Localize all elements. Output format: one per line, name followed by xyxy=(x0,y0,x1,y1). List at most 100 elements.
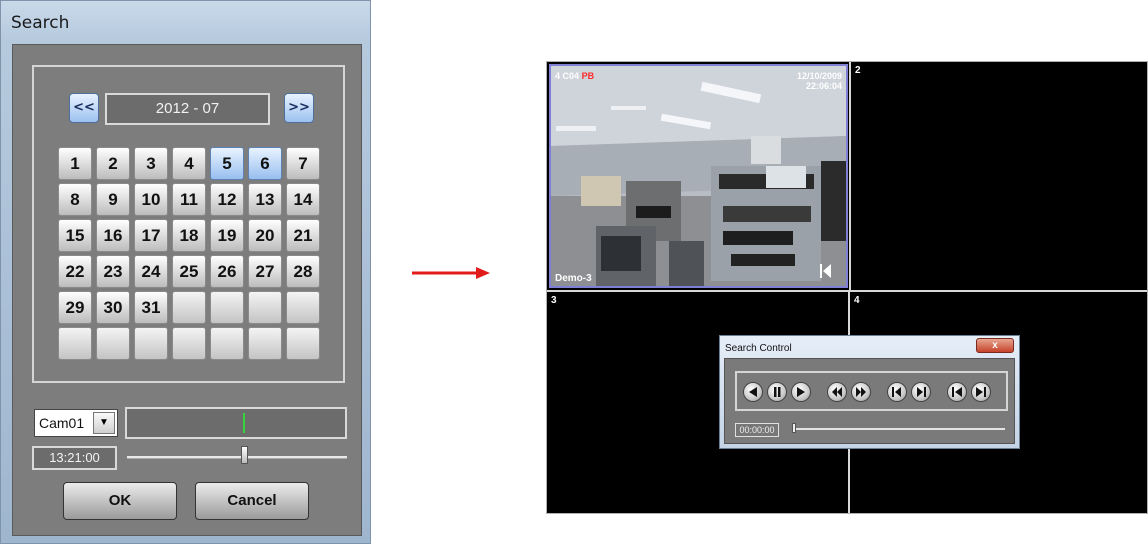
calendar-day[interactable]: 23 xyxy=(96,255,130,288)
calendar-day[interactable]: 9 xyxy=(96,183,130,216)
time-display: 13:21:00 xyxy=(32,446,117,470)
channel-4-number: 4 xyxy=(854,295,860,306)
month-display: 2012 - 07 xyxy=(105,93,270,125)
calendar-day-grid: 1 2 3 4 5 6 7 8 9 10 11 12 13 14 15 16 17 18 19 20 21 22 23 24 2… xyxy=(58,147,323,360)
calendar-day[interactable]: 6 xyxy=(248,147,282,180)
calendar-day[interactable]: 17 xyxy=(134,219,168,252)
search-dialog-title: Search xyxy=(11,13,70,33)
calendar-day[interactable]: 1 xyxy=(58,147,92,180)
ok-button[interactable]: OK xyxy=(63,482,177,520)
cancel-button[interactable]: Cancel xyxy=(195,482,309,520)
calendar-day-empty xyxy=(58,327,92,360)
calendar-day[interactable]: 22 xyxy=(58,255,92,288)
search-dialog-body: << 2012 - 07 >> 1 2 3 4 5 6 7 8 9 10 11 12 13 14 15 16 1… xyxy=(12,44,362,536)
time-slider-thumb[interactable] xyxy=(241,446,248,464)
skip-to-end-icon xyxy=(976,387,986,397)
search-dialog: Search << 2012 - 07 >> 1 2 3 4 5 6 7 8 9 10 11 12 13… xyxy=(0,0,371,544)
calendar-day[interactable]: 31 xyxy=(134,291,168,324)
channel-1-clock: 22:06:04 xyxy=(805,81,842,91)
calendar-day-empty xyxy=(172,291,206,324)
channel-1-view[interactable]: 4 C04 PB 12/10/2009 22:06:04 Demo-3 xyxy=(549,64,848,288)
calendar-day[interactable]: 13 xyxy=(248,183,282,216)
calendar-day[interactable]: 24 xyxy=(134,255,168,288)
calendar-day[interactable]: 15 xyxy=(58,219,92,252)
calendar-day[interactable]: 5 xyxy=(210,147,244,180)
calendar-day-empty xyxy=(286,291,320,324)
calendar-day[interactable]: 26 xyxy=(210,255,244,288)
calendar-day[interactable]: 21 xyxy=(286,219,320,252)
calendar-day[interactable]: 7 xyxy=(286,147,320,180)
play-forward-button[interactable] xyxy=(791,382,811,402)
playback-time-display: 00:00:00 xyxy=(735,423,779,437)
camera-select[interactable]: Cam01 ▼ xyxy=(34,409,118,437)
calendar-day-empty xyxy=(172,327,206,360)
playback-tag: PB xyxy=(581,71,595,81)
calendar-day[interactable]: 25 xyxy=(172,255,206,288)
calendar-day-empty xyxy=(248,327,282,360)
timeline-marker xyxy=(243,413,245,433)
step-back-button[interactable] xyxy=(887,382,907,402)
calendar-day[interactable]: 27 xyxy=(248,255,282,288)
close-icon: x xyxy=(992,340,998,351)
skip-to-start-button[interactable] xyxy=(947,382,967,402)
screenshot-stage: Search << 2012 - 07 >> 1 2 3 4 5 6 7 8 9 10 11 12 13… xyxy=(0,0,1148,544)
step-forward-button[interactable] xyxy=(911,382,931,402)
playback-slider-thumb[interactable] xyxy=(792,423,796,433)
calendar-day[interactable]: 2 xyxy=(96,147,130,180)
arrow-right-icon xyxy=(412,267,490,279)
recording-timeline[interactable] xyxy=(125,407,347,439)
channel-1-caption: Demo-3 xyxy=(555,273,592,284)
fast-forward-icon xyxy=(856,387,866,397)
calendar-day[interactable]: 28 xyxy=(286,255,320,288)
prev-month-button[interactable]: << xyxy=(69,93,99,123)
calendar-day[interactable]: 14 xyxy=(286,183,320,216)
search-control-body: 00:00:00 xyxy=(724,358,1015,444)
step-back-icon xyxy=(892,387,901,397)
calendar-day[interactable]: 29 xyxy=(58,291,92,324)
calendar-day[interactable]: 19 xyxy=(210,219,244,252)
camera-scene-image xyxy=(551,66,846,286)
close-button[interactable]: x xyxy=(976,338,1014,353)
calendar-day[interactable]: 4 xyxy=(172,147,206,180)
calendar-panel: << 2012 - 07 >> 1 2 3 4 5 6 7 8 9 10 11 12 13 14 15 16 1… xyxy=(32,65,345,383)
calendar-day[interactable]: 10 xyxy=(134,183,168,216)
camera-select-value: Cam01 xyxy=(39,415,85,431)
play-forward-icon xyxy=(797,387,805,397)
calendar-day[interactable]: 18 xyxy=(172,219,206,252)
search-control-dialog: Search Control x 00:00:00 xyxy=(719,335,1020,449)
step-forward-icon xyxy=(917,387,926,397)
chevron-down-icon[interactable]: ▼ xyxy=(93,412,115,434)
channel-1-number: 4 xyxy=(555,71,561,81)
calendar-day[interactable]: 3 xyxy=(134,147,168,180)
search-control-title: Search Control xyxy=(725,343,792,354)
calendar-day[interactable]: 20 xyxy=(248,219,282,252)
pause-icon xyxy=(774,387,781,397)
channel-2-number: 2 xyxy=(855,65,861,76)
skip-to-start-icon xyxy=(952,387,962,397)
play-reverse-button[interactable] xyxy=(743,382,763,402)
pause-button[interactable] xyxy=(767,382,787,402)
calendar-day[interactable]: 11 xyxy=(172,183,206,216)
next-month-button[interactable]: >> xyxy=(284,93,314,123)
calendar-day[interactable]: 30 xyxy=(96,291,130,324)
calendar-day[interactable]: 16 xyxy=(96,219,130,252)
calendar-day-empty xyxy=(134,327,168,360)
channel-2-view[interactable]: 2 xyxy=(849,62,1147,290)
channel-1-date: 12/10/2009 xyxy=(796,71,842,81)
time-slider-track[interactable] xyxy=(127,456,347,459)
channel-3-number: 3 xyxy=(551,295,557,306)
rewind-button[interactable] xyxy=(827,382,847,402)
play-reverse-icon xyxy=(749,387,757,397)
playback-slider-track[interactable] xyxy=(795,428,1005,430)
calendar-day-empty xyxy=(210,327,244,360)
calendar-day-empty xyxy=(286,327,320,360)
calendar-day-empty xyxy=(248,291,282,324)
fast-forward-button[interactable] xyxy=(851,382,871,402)
channel-1-label: 4 C04 PB xyxy=(555,71,594,81)
skip-to-end-button[interactable] xyxy=(971,382,991,402)
calendar-day[interactable]: 12 xyxy=(210,183,244,216)
calendar-day[interactable]: 8 xyxy=(58,183,92,216)
channel-1-camera: C04 xyxy=(562,71,580,81)
calendar-day-empty xyxy=(96,327,130,360)
step-back-icon xyxy=(820,264,831,278)
